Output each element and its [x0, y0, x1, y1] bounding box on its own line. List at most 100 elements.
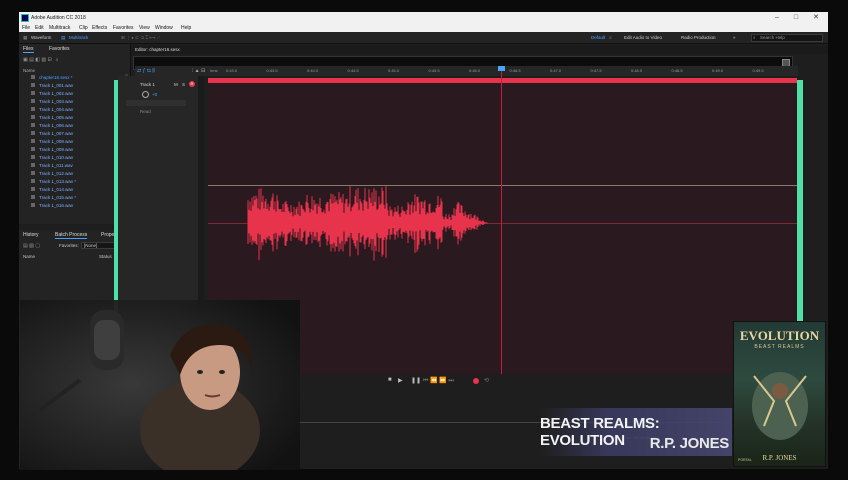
loop-button[interactable]: ⟲ — [484, 377, 489, 384]
wave-file-icon — [31, 171, 35, 175]
search-icon: ⌕ — [753, 35, 756, 40]
multitrack-button[interactable]: Multitrack — [67, 34, 90, 42]
banner-author: R.P. JONES — [649, 435, 730, 452]
track-buttons[interactable]: ⫶ ▲ ⊟ — [190, 66, 210, 76]
menu-edit[interactable]: Edit — [35, 25, 44, 31]
waveform — [247, 186, 488, 261]
wave-file-icon — [31, 131, 35, 135]
maximize-button[interactable]: □ — [791, 14, 801, 22]
file-item[interactable]: Track 1_014.wav — [23, 186, 73, 194]
timeline-tick-label: 0:43.0 — [226, 68, 238, 73]
menu-window[interactable]: Window — [155, 25, 173, 31]
stop-button[interactable]: ■ — [388, 377, 392, 383]
wave-file-icon — [31, 107, 35, 111]
skip-buttons[interactable]: ⏮ ⏪ ⏩ ⏭ — [423, 377, 454, 385]
file-item[interactable]: Track 1_015.wav * — [23, 194, 76, 202]
file-item[interactable]: Track 1_002.wav — [23, 90, 73, 98]
book-cover: EVOLUTION BEAST REALMS PORTAL R.P. JONES — [733, 321, 826, 467]
files-toolbar-icons[interactable]: ▣ ▤ ◧ ▧ ⊟ ⌕ — [23, 57, 123, 64]
search-help-input[interactable]: ⌕ Search Help — [751, 34, 823, 42]
workspace-menu-icon[interactable]: ≡ — [609, 35, 612, 40]
tab-history[interactable]: History — [23, 232, 39, 238]
volume-knob-icon[interactable] — [142, 91, 149, 98]
waveform-button[interactable]: Waveform — [29, 34, 53, 42]
window-title: Adobe Audition CC 2018 — [31, 15, 86, 21]
tab-favorites[interactable]: Favorites — [49, 46, 70, 52]
tab-files[interactable]: Files — [23, 46, 34, 53]
track-volume-value[interactable]: +0 — [152, 92, 157, 97]
file-item[interactable]: Track 1_010.wav — [23, 154, 73, 162]
more-workspaces-icon[interactable]: » — [733, 35, 736, 40]
automation-read[interactable]: Read — [140, 109, 151, 114]
wave-file-icon — [31, 203, 35, 207]
timeline-tick-label: 0:43.5 — [266, 68, 278, 73]
workspace-radio-production[interactable]: Radio Production — [681, 35, 716, 40]
tab-editor[interactable]: Editor: chapter16.sesx — [135, 47, 180, 52]
timeline-tick-label: 0:48.5 — [671, 68, 683, 73]
book-art-creature — [752, 372, 808, 440]
webcam-overlay — [20, 300, 300, 470]
favorites-label: Favorites: — [59, 243, 79, 248]
batch-icons[interactable]: ▤ ▧ ▢ — [23, 243, 40, 249]
file-item[interactable]: Track 1_001.wav — [23, 82, 73, 90]
column-status[interactable]: Status — [99, 254, 112, 259]
menu-view[interactable]: View — [139, 25, 150, 31]
file-item[interactable]: Track 1_006.wav — [23, 122, 73, 130]
file-item[interactable]: Track 1_013.wav * — [23, 178, 76, 186]
record-button[interactable] — [473, 378, 479, 384]
menu-clip[interactable]: Clip — [79, 25, 88, 31]
playhead[interactable] — [501, 66, 502, 379]
wave-file-icon — [31, 155, 35, 159]
pause-button[interactable]: ❚❚ — [411, 377, 421, 384]
mute-button[interactable]: M — [174, 82, 178, 87]
files-name-column[interactable]: Name — [23, 68, 35, 73]
timeline-tick-label: hms — [210, 68, 218, 73]
toolbar: ▦ Waveform ▤ Multitrack ⊞ ⋮ ▸ ⊏ ⊐ ⌶ ⟷ ⟋ … — [19, 32, 828, 44]
column-name[interactable]: Name — [23, 254, 35, 259]
timeline-tick-label: 0:46.5 — [509, 68, 521, 73]
file-item[interactable]: Track 1_005.wav — [23, 114, 73, 122]
session-icon — [31, 75, 35, 79]
file-item[interactable]: Track 1_007.wav — [23, 130, 73, 138]
file-item[interactable]: Track 1_004.wav — [23, 106, 73, 114]
wave-file-icon — [31, 147, 35, 151]
timeline-tick-label: 0:47.5 — [590, 68, 602, 73]
close-button[interactable]: ✕ — [811, 14, 821, 22]
title-bar: Adobe Audition CC 2018 – □ ✕ — [19, 12, 828, 24]
file-item[interactable]: Track 1_011.wav — [23, 162, 73, 170]
workspace-edit-audio-to-video[interactable]: Edit Audio to Video — [624, 35, 662, 40]
timeline-tick-label: 0:46.0 — [469, 68, 481, 73]
file-item[interactable]: Track 1_003.wav — [23, 98, 73, 106]
file-item[interactable]: Track 1_009.wav — [23, 146, 73, 154]
track-name[interactable]: Track 1 — [140, 82, 155, 87]
file-item[interactable]: Track 1_016.wav — [23, 202, 73, 210]
play-button[interactable]: ▶ — [398, 377, 403, 384]
workspace-default[interactable]: Default — [591, 35, 605, 40]
wave-file-icon — [31, 99, 35, 103]
menu-favorites[interactable]: Favorites — [113, 25, 134, 31]
menu-file[interactable]: File — [22, 25, 30, 31]
tab-batch-process[interactable]: Batch Process — [55, 232, 88, 239]
tool-icons[interactable]: ⊞ ⋮ ▸ ⊏ ⊐ ⌶ ⟷ ⟋ — [119, 34, 162, 42]
timeline-tick-label: 0:44.0 — [307, 68, 319, 73]
file-item[interactable]: Track 1_008.wav — [23, 138, 73, 146]
record-arm-button[interactable]: R — [189, 81, 195, 87]
menu-effects[interactable]: Effects — [92, 25, 107, 31]
timeline-tick-label: 0:45.5 — [428, 68, 440, 73]
file-item[interactable]: chapter16.sesx * — [23, 74, 73, 82]
wave-file-icon — [31, 163, 35, 167]
audition-app-icon — [21, 14, 29, 22]
file-item[interactable]: Track 1_012.wav — [23, 170, 73, 178]
menu-bar: File Edit Multitrack Clip Effects Favori… — [19, 24, 828, 32]
menu-help[interactable]: Help — [181, 25, 191, 31]
wave-file-icon — [31, 195, 35, 199]
wave-file-icon — [31, 83, 35, 87]
solo-button[interactable]: S — [182, 82, 185, 87]
input-select[interactable] — [126, 100, 186, 106]
minimize-button[interactable]: – — [772, 14, 782, 22]
wave-file-icon — [31, 91, 35, 95]
wave-file-icon — [31, 123, 35, 127]
timeline-tick-label: 0:49.0 — [712, 68, 724, 73]
menu-multitrack[interactable]: Multitrack — [49, 25, 70, 31]
wave-file-icon — [31, 179, 35, 183]
